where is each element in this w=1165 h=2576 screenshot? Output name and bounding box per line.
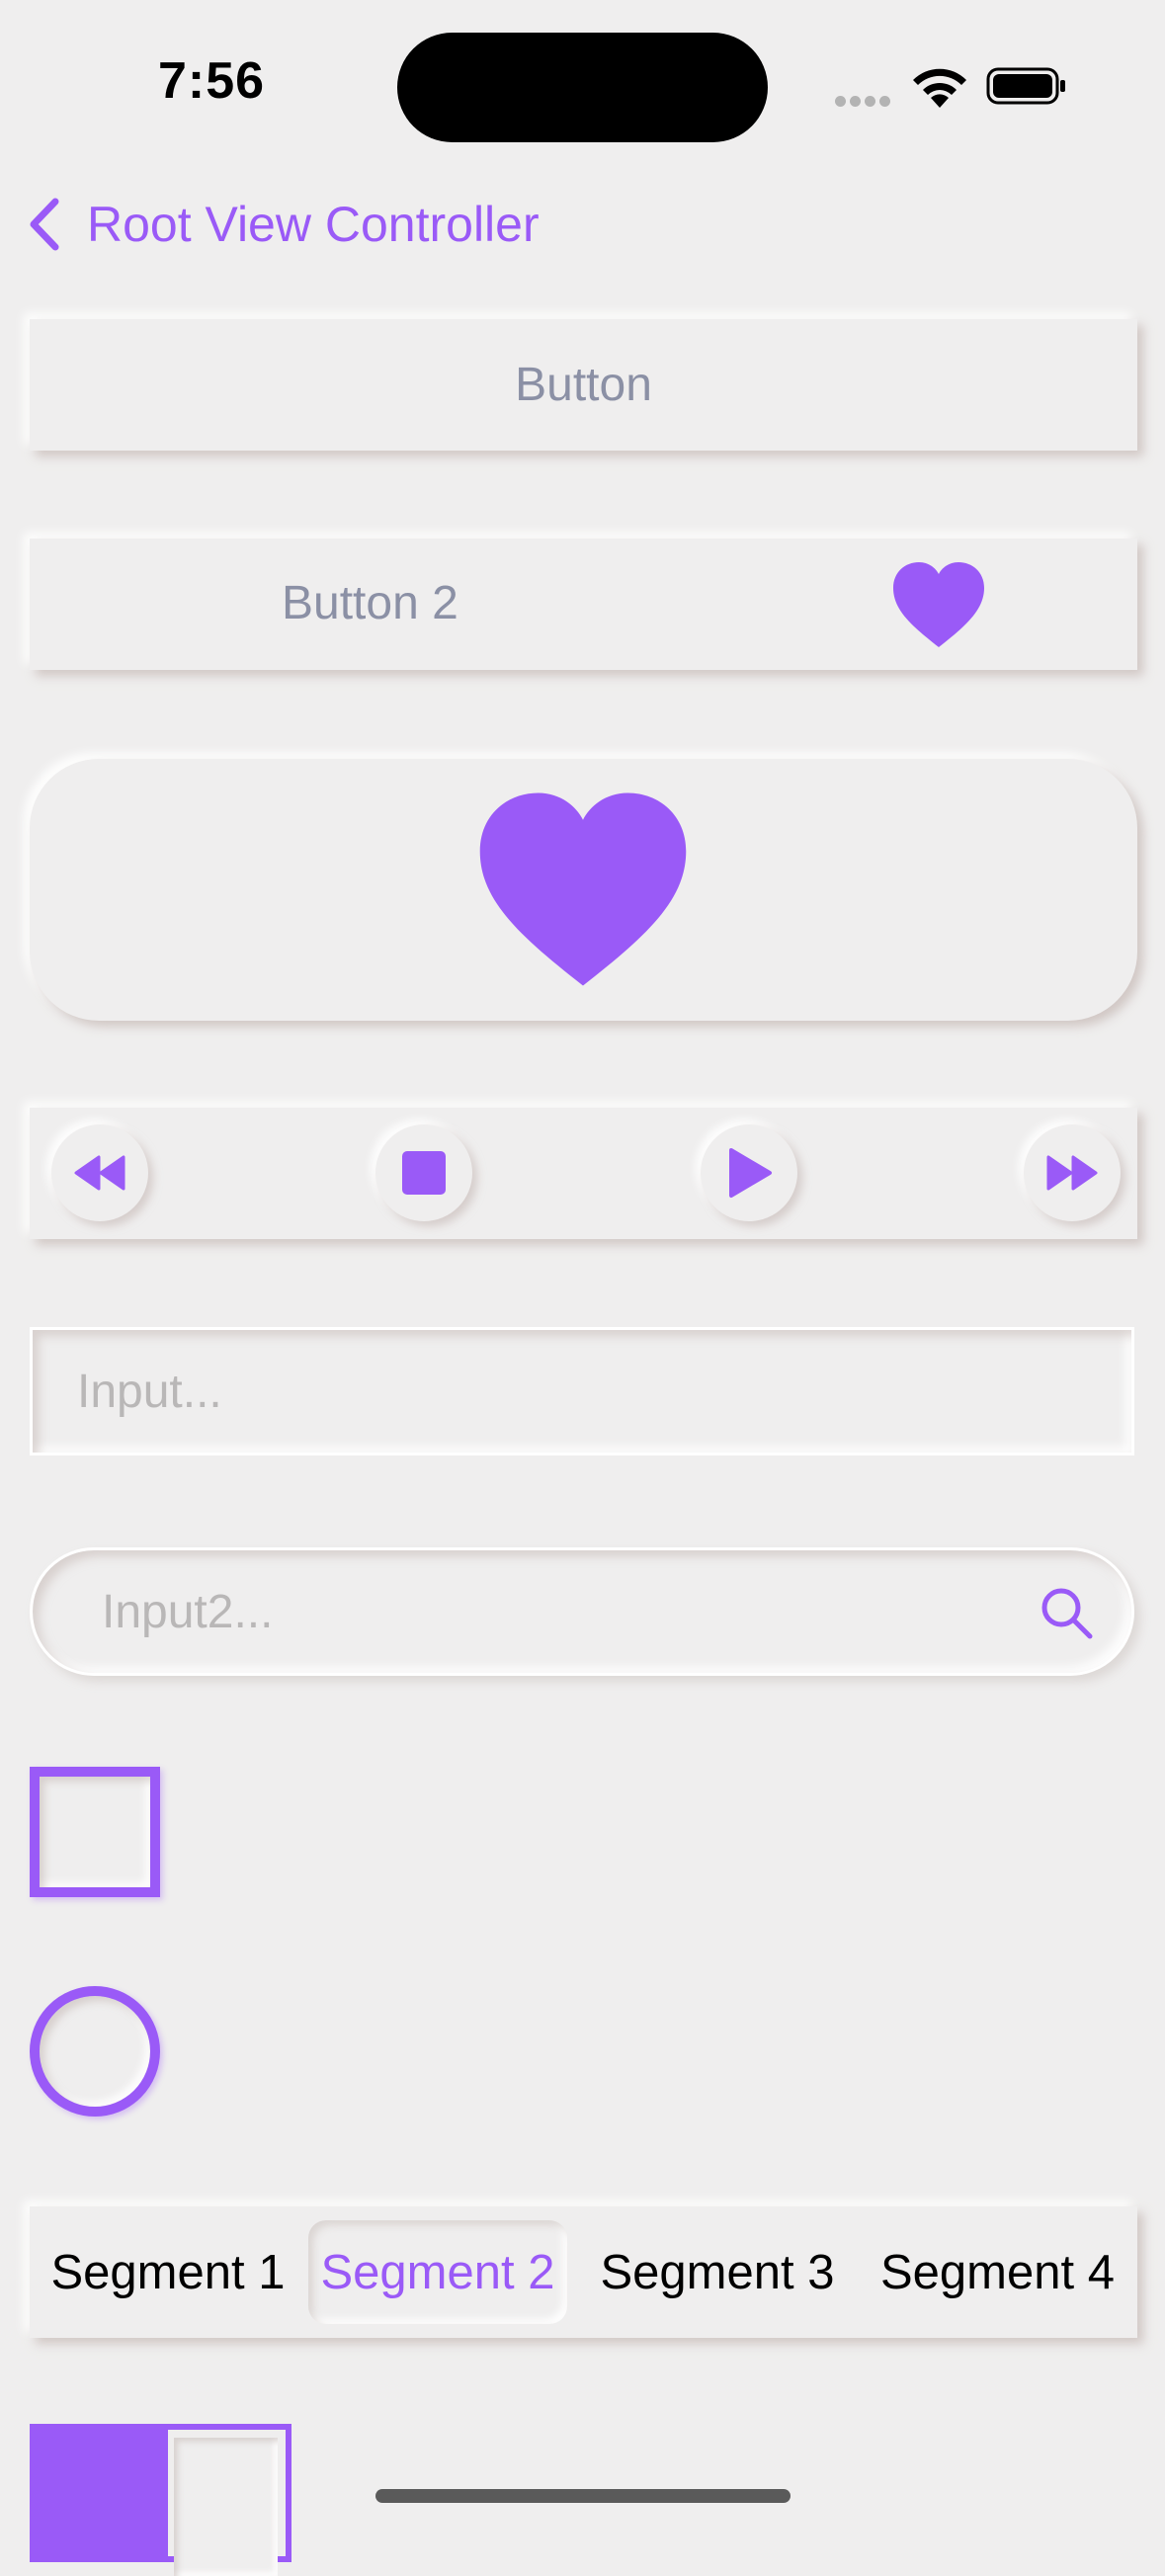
play-icon: [729, 1148, 772, 1198]
search-icon[interactable]: [1039, 1585, 1094, 1640]
segment-1[interactable]: Segment 1: [30, 2206, 306, 2338]
button-2[interactable]: Button 2: [30, 539, 1137, 670]
status-time: 7:56: [158, 52, 266, 110]
wifi-icon: [913, 68, 966, 108]
segmented-control: Segment 1 Segment 2 Segment 3 Segment 4: [30, 2206, 1137, 2338]
rewind-button[interactable]: [51, 1124, 148, 1221]
cellular-signal-icon: [835, 94, 894, 112]
search-input-placeholder: Input2...: [102, 1585, 274, 1638]
heart-icon: [893, 562, 984, 647]
battery-icon: [986, 67, 1065, 105]
dynamic-island: [397, 33, 768, 142]
chevron-left-icon: [30, 198, 59, 251]
radio-button[interactable]: [30, 1986, 160, 2117]
home-indicator[interactable]: [375, 2489, 791, 2503]
fast-forward-icon: [1046, 1155, 1098, 1191]
input-placeholder: Input...: [77, 1365, 222, 1418]
input-field[interactable]: Input...: [30, 1327, 1134, 1455]
stop-button[interactable]: [375, 1124, 472, 1221]
back-button-label: Root View Controller: [87, 197, 540, 252]
segment-4[interactable]: Segment 4: [858, 2206, 1137, 2338]
segment-3[interactable]: Segment 3: [581, 2206, 854, 2338]
checkbox[interactable]: [30, 1767, 160, 1897]
segment-2[interactable]: Segment 2: [308, 2206, 567, 2338]
button-2-label: Button 2: [282, 577, 458, 629]
fast-forward-button[interactable]: [1024, 1124, 1121, 1221]
media-controls: [30, 1108, 1137, 1239]
back-button[interactable]: Root View Controller: [26, 193, 540, 256]
rewind-icon: [74, 1155, 125, 1191]
toggle-fill: [36, 2430, 168, 2556]
button-1-label: Button: [515, 359, 652, 411]
stop-icon: [402, 1151, 446, 1195]
search-input[interactable]: Input2...: [30, 1547, 1134, 1676]
toggle-knob[interactable]: [174, 2438, 278, 2576]
button-1[interactable]: Button: [30, 319, 1137, 451]
heart-button[interactable]: [30, 759, 1137, 1021]
play-button[interactable]: [701, 1124, 797, 1221]
toggle-switch[interactable]: [30, 2424, 291, 2576]
heart-icon: [479, 792, 687, 986]
